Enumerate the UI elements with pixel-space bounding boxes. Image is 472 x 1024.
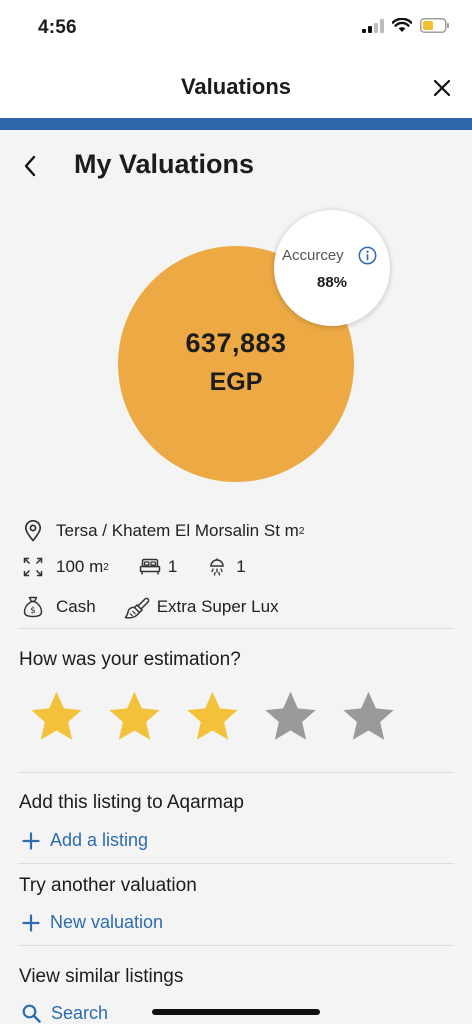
star-icon-3[interactable]: [184, 688, 241, 745]
valuation-amount: 637,883: [185, 328, 287, 358]
status-bar: 4:56: [0, 0, 472, 58]
search-icon: [22, 1004, 41, 1023]
info-icon[interactable]: [358, 246, 377, 265]
star-rating: [28, 688, 397, 745]
area-text: 100 m: [56, 557, 104, 576]
home-indicator: [152, 1009, 320, 1015]
accuracy-bubble: Accurcey 88%: [274, 210, 390, 326]
status-time: 4:56: [38, 17, 77, 38]
star-icon-5[interactable]: [340, 688, 397, 745]
bedrooms-item: 1: [139, 557, 177, 577]
payment-item: $ Cash: [22, 596, 96, 618]
new-valuation-link[interactable]: New valuation: [22, 912, 163, 933]
new-valuation-label: New valuation: [50, 912, 164, 932]
battery-icon: [420, 18, 449, 33]
svg-text:$: $: [30, 606, 36, 616]
close-icon: [433, 79, 451, 97]
rating-question: How was your estimation?: [19, 649, 241, 670]
specs-row: 100 m2 1 1: [22, 557, 246, 577]
page-title: My Valuations: [74, 149, 255, 179]
status-icons: [362, 18, 450, 33]
payment-text: Cash: [56, 597, 96, 616]
superscript-two-glyph: 2: [103, 561, 109, 573]
payment-row: $ Cash Extra Super Lux: [22, 594, 279, 620]
back-button[interactable]: [16, 148, 44, 184]
paint-brush-icon: [124, 594, 150, 620]
superscript-two-glyph: 2: [298, 525, 305, 537]
finishing-item: Extra Super Lux: [124, 594, 279, 620]
star-icon-4[interactable]: [262, 688, 319, 745]
add-listing-title: Add this listing to Aqarmap: [19, 792, 244, 813]
another-valuation-title: Try another valuation: [19, 875, 197, 896]
add-listing-link[interactable]: Add a listing: [22, 830, 148, 851]
add-listing-label: Add a listing: [50, 830, 149, 850]
location-text: Tersa / Khatem El Morsalin St m: [56, 521, 299, 540]
chevron-left-icon: [24, 155, 36, 177]
bathrooms-item: 1: [207, 557, 246, 577]
bathrooms-text: 1: [236, 557, 246, 576]
bedrooms-text: 1: [167, 557, 178, 576]
bed-icon: [139, 558, 161, 576]
star-icon-2[interactable]: [106, 688, 163, 745]
valuation-currency: EGP: [209, 368, 263, 396]
search-link[interactable]: Search: [22, 1003, 108, 1024]
plus-icon: [22, 913, 40, 932]
nav-title: Valuations: [180, 74, 292, 99]
money-bag-icon: $: [22, 596, 44, 618]
divider: [18, 945, 454, 946]
divider: [18, 772, 454, 773]
accuracy-label: Accurcey: [282, 247, 344, 264]
accent-strip: [0, 118, 472, 130]
location-pin-icon: [22, 520, 44, 542]
divider: [18, 863, 454, 864]
expand-area-icon: [22, 557, 44, 577]
star-icon-1[interactable]: [28, 688, 85, 745]
similar-listings-title: View similar listings: [19, 966, 184, 987]
finishing-text: Extra Super Lux: [156, 597, 279, 616]
nav-bar: Valuations: [0, 58, 472, 118]
accuracy-value: 88%: [316, 274, 348, 291]
close-button[interactable]: [426, 72, 458, 104]
wifi-icon: [392, 18, 412, 32]
search-label: Search: [51, 1003, 109, 1023]
plus-icon: [22, 831, 40, 850]
shower-icon: [207, 557, 227, 577]
area-item: 100 m2: [22, 557, 109, 577]
location-row: Tersa / Khatem El Morsalin St m2: [22, 520, 304, 542]
cellular-signal-icon: [362, 18, 384, 33]
divider: [18, 628, 454, 629]
